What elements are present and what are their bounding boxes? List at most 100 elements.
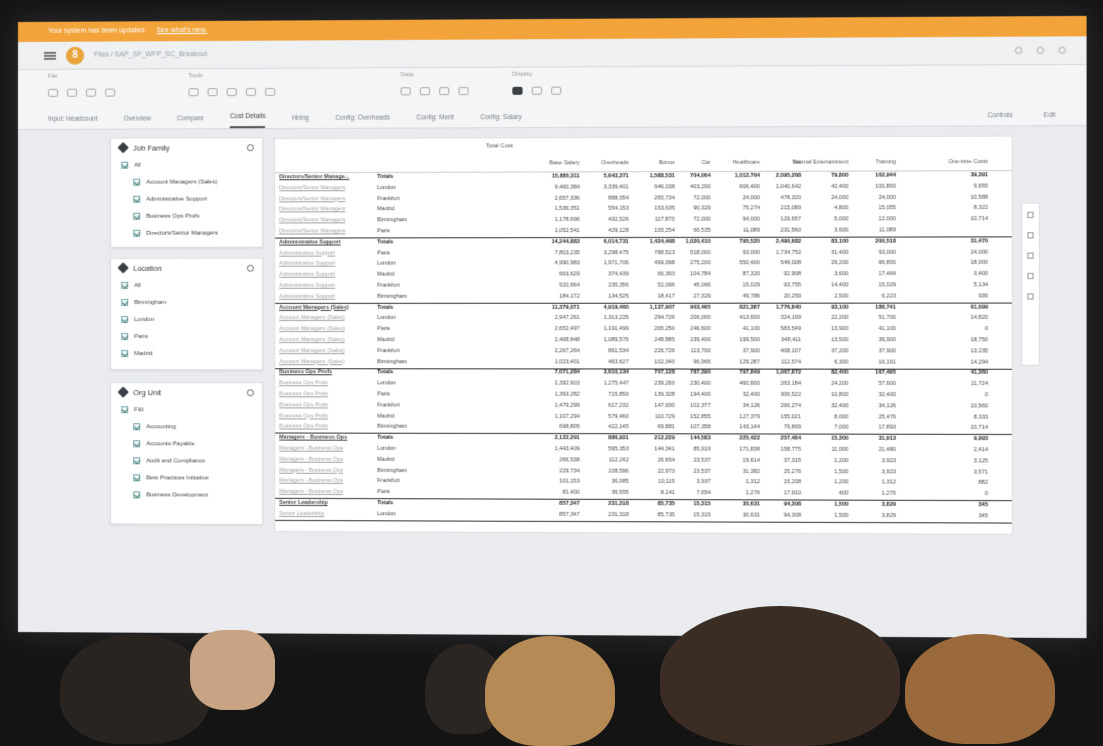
value-cell[interactable]: 96,965: [676, 359, 711, 365]
value-cell[interactable]: 4,990,983: [529, 261, 580, 267]
tab-config-overheads[interactable]: Config: Overheads: [335, 115, 390, 128]
value-cell[interactable]: 30,631: [713, 512, 760, 518]
value-cell[interactable]: 413,600: [713, 315, 760, 321]
breadcrumb[interactable]: Files / SAP_SF_WFP_SC_Breakout: [94, 51, 207, 59]
formula-icon[interactable]: [208, 88, 218, 96]
value-cell[interactable]: 2,122,291: [529, 435, 580, 441]
value-cell[interactable]: 107,358: [676, 425, 711, 431]
value-cell[interactable]: 2,652,497: [529, 326, 580, 332]
value-cell[interactable]: 87,320: [713, 271, 760, 277]
checkbox[interactable]: [133, 457, 140, 464]
user-icon[interactable]: [1059, 47, 1066, 54]
value-cell[interactable]: 1,588,531: [632, 173, 675, 179]
value-cell[interactable]: 422,145: [582, 424, 629, 430]
value-cell[interactable]: 36,655: [582, 490, 629, 496]
filter-item[interactable]: Accounts Payable: [111, 435, 262, 452]
checkbox[interactable]: [121, 299, 128, 306]
checkbox[interactable]: [133, 491, 140, 498]
value-cell[interactable]: 194,400: [676, 392, 711, 398]
value-cell[interactable]: 345: [926, 502, 988, 508]
value-cell[interactable]: 0: [926, 491, 988, 497]
value-cell[interactable]: 1,052,541: [529, 228, 580, 234]
value-cell[interactable]: 15,029: [713, 282, 760, 288]
value-cell[interactable]: 100,800: [850, 183, 895, 189]
value-cell[interactable]: 275,200: [676, 261, 711, 267]
value-cell[interactable]: 888,054: [582, 195, 629, 201]
value-cell[interactable]: 21,480: [850, 447, 895, 453]
table-icon[interactable]: [265, 88, 275, 96]
checkbox[interactable]: [121, 406, 128, 413]
value-cell[interactable]: 10,714: [926, 425, 988, 431]
value-cell[interactable]: 6,300: [776, 359, 848, 365]
value-cell[interactable]: 8,000: [776, 414, 848, 420]
value-cell[interactable]: 429,128: [582, 228, 629, 234]
checkbox[interactable]: [133, 179, 140, 186]
value-cell[interactable]: 1,500: [776, 512, 848, 518]
value-cell[interactable]: 66,363: [632, 272, 675, 278]
value-cell[interactable]: 787,390: [676, 370, 711, 376]
value-cell[interactable]: 144,583: [676, 436, 711, 442]
value-cell[interactable]: 903,465: [676, 304, 711, 310]
notifications-icon[interactable]: [1015, 47, 1022, 54]
controls-button[interactable]: Controls: [988, 112, 1013, 119]
value-cell[interactable]: 10,115: [632, 479, 675, 485]
value-cell[interactable]: 37,200: [776, 348, 848, 354]
table-row[interactable]: Administrative SupportFrankfurt520,66423…: [275, 281, 1012, 293]
value-cell[interactable]: 31,470: [926, 238, 988, 244]
cost-details-table[interactable]: Total Cost Base SalaryOverheadsBonusCarH…: [274, 136, 1013, 535]
value-cell[interactable]: 1,200: [776, 458, 848, 464]
value-cell[interactable]: 1,107,294: [529, 413, 580, 419]
refresh-icon[interactable]: [420, 87, 430, 95]
value-cell[interactable]: 11,000: [776, 447, 848, 453]
value-cell[interactable]: 24,000: [850, 194, 895, 200]
filter-item[interactable]: All: [111, 156, 262, 174]
checkbox[interactable]: [121, 350, 128, 357]
value-cell[interactable]: 499,098: [632, 261, 675, 267]
value-cell[interactable]: 129,287: [713, 359, 760, 365]
value-cell[interactable]: 167,495: [850, 370, 895, 376]
value-cell[interactable]: 14,244,883: [529, 239, 580, 245]
value-cell[interactable]: 1,393,282: [529, 392, 580, 398]
value-cell[interactable]: 231,318: [582, 501, 629, 507]
filter-item[interactable]: F&I: [111, 401, 262, 418]
tab-input-headcount[interactable]: Input: Headcount: [48, 116, 98, 129]
table-row[interactable]: Account Managers (Sales)Totals11,379,071…: [275, 303, 1012, 314]
value-cell[interactable]: 139,328: [632, 392, 675, 398]
value-cell[interactable]: 266,538: [529, 457, 580, 463]
sort-icon[interactable]: [1027, 232, 1033, 238]
value-cell[interactable]: 2,267,264: [529, 348, 580, 354]
value-cell[interactable]: 3,829: [850, 502, 895, 508]
value-cell[interactable]: 24,000: [713, 195, 760, 201]
value-cell[interactable]: 886,931: [582, 435, 629, 441]
value-cell[interactable]: 821,387: [713, 304, 760, 310]
value-cell[interactable]: 184,172: [529, 293, 580, 299]
value-cell[interactable]: 1,312: [713, 479, 760, 485]
value-cell[interactable]: 17,464: [850, 271, 895, 277]
value-cell[interactable]: 704,064: [676, 173, 711, 179]
value-cell[interactable]: 3,937: [676, 479, 711, 485]
value-cell[interactable]: 1,191,499: [582, 326, 629, 332]
value-cell[interactable]: 31,913: [850, 436, 895, 442]
whats-new-link[interactable]: See what's new.: [156, 27, 207, 34]
value-cell[interactable]: 206,000: [676, 315, 711, 321]
value-cell[interactable]: 707,128: [632, 370, 675, 376]
value-cell[interactable]: 22,973: [632, 468, 675, 474]
search-icon[interactable]: [247, 389, 254, 396]
value-cell[interactable]: 235,356: [582, 282, 629, 288]
value-cell[interactable]: 1,443,409: [529, 446, 580, 452]
value-cell[interactable]: 57,600: [850, 381, 895, 387]
value-cell[interactable]: 171,838: [713, 447, 760, 453]
pin-icon[interactable]: [551, 87, 561, 95]
value-cell[interactable]: 110,729: [632, 414, 675, 420]
value-cell[interactable]: 4,800: [776, 206, 848, 212]
filter-item[interactable]: Madrid: [111, 345, 262, 362]
value-cell[interactable]: 27,329: [676, 293, 711, 299]
tab-hiring[interactable]: Hiring: [292, 115, 309, 128]
value-cell[interactable]: 460,800: [713, 381, 760, 387]
checkbox[interactable]: [121, 282, 128, 289]
value-cell[interactable]: 5,000: [776, 216, 848, 222]
column-header[interactable]: Internal Entertainment: [776, 159, 848, 165]
value-cell[interactable]: 265,250: [632, 326, 675, 332]
value-cell[interactable]: 5,643,371: [582, 173, 629, 179]
table-row[interactable]: Senior LeadershipLondon857,347231,31885,…: [275, 510, 1012, 524]
